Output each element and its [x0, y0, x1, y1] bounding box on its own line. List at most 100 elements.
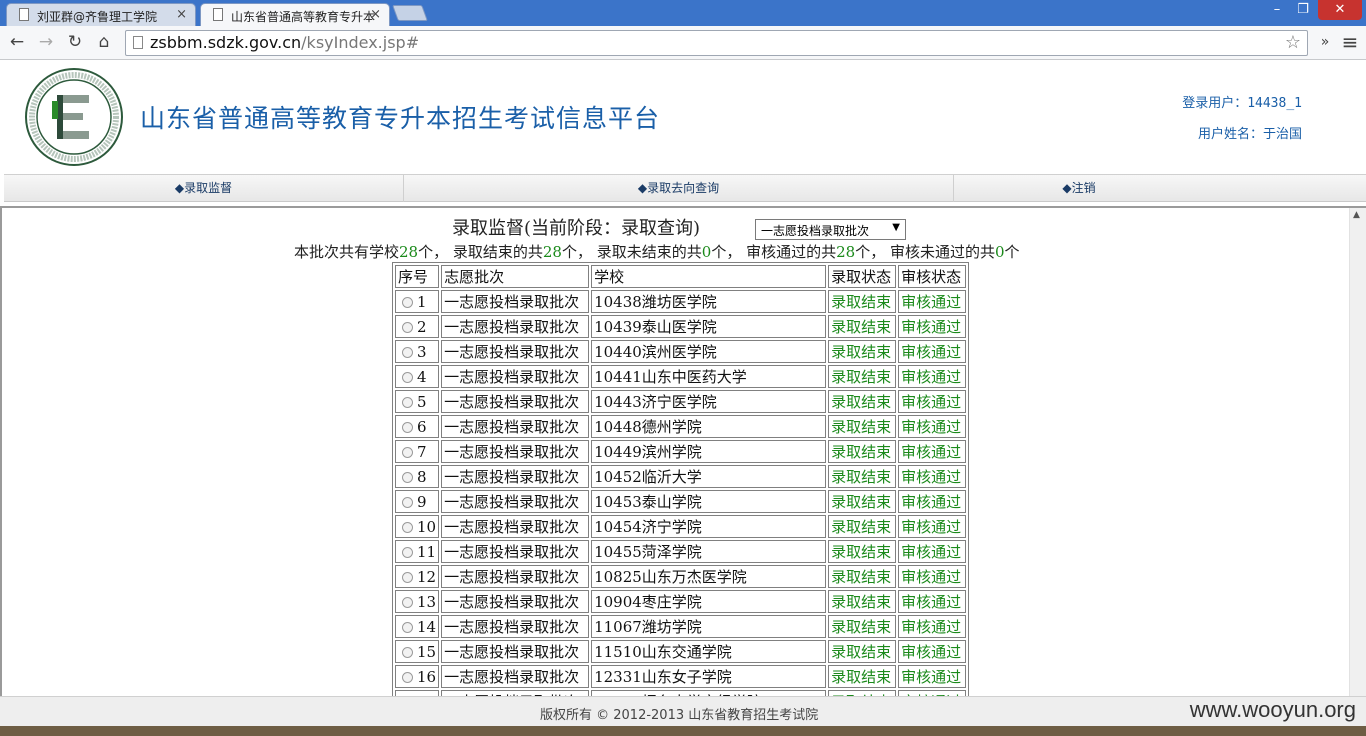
window-close-icon[interactable]: ✕: [1318, 0, 1362, 20]
row-seq-number: 1: [417, 292, 427, 311]
table-row[interactable]: 15 一志愿投档录取批次 11510山东交通学院 录取结束 审核通过: [395, 640, 967, 663]
nav-admission-supervision[interactable]: ◆录取监督: [4, 175, 404, 202]
summary-text: 个， 审核未通过的共: [855, 243, 995, 261]
table-row[interactable]: 8 一志愿投档录取批次 10452临沂大学 录取结束 审核通过: [395, 465, 967, 488]
row-seq: 6: [395, 415, 440, 438]
home-icon[interactable]: ⌂: [93, 32, 115, 52]
row-batch: 一志愿投档录取批次: [441, 490, 590, 513]
browser-tab-1[interactable]: 刘亚群@齐鲁理工学院 ×: [6, 3, 196, 26]
row-audit: 审核通过: [898, 590, 967, 613]
row-seq: 12: [395, 565, 440, 588]
row-radio[interactable]: [402, 296, 413, 308]
row-school: 10454济宁学院: [591, 515, 827, 538]
row-seq: 13: [395, 590, 440, 613]
table-row[interactable]: 12 一志愿投档录取批次 10825山东万杰医学院 录取结束 审核通过: [395, 565, 967, 588]
nav-logout[interactable]: ◆注销: [954, 175, 1204, 202]
row-seq-number: 13: [417, 592, 437, 611]
browser-tab-2[interactable]: 山东省普通高等教育专升本 ×: [200, 3, 390, 26]
content-scrollbar[interactable]: ▲: [1349, 208, 1366, 696]
row-radio[interactable]: [402, 496, 413, 508]
url-path: /ksyIndex.jsp#: [301, 33, 420, 52]
row-audit: 审核通过: [898, 615, 967, 638]
row-seq-number: 8: [417, 467, 427, 486]
row-status: 录取结束: [828, 390, 897, 413]
menu-icon[interactable]: ≡: [1339, 30, 1361, 54]
table-row[interactable]: 4 一志愿投档录取批次 10441山东中医药大学 录取结束 审核通过: [395, 365, 967, 388]
column-header-school: 学校: [591, 265, 827, 288]
row-radio[interactable]: [402, 571, 413, 583]
row-radio[interactable]: [402, 421, 413, 433]
dropdown-arrow-icon: ▼: [892, 222, 900, 233]
row-school: 12331山东女子学院: [591, 665, 827, 688]
row-radio[interactable]: [402, 371, 413, 383]
row-radio[interactable]: [402, 446, 413, 458]
table-row[interactable]: 13 一志愿投档录取批次 10904枣庄学院 录取结束 审核通过: [395, 590, 967, 613]
row-batch: 一志愿投档录取批次: [441, 540, 590, 563]
row-audit: 审核通过: [898, 565, 967, 588]
row-school: 10443济宁医学院: [591, 390, 827, 413]
table-row[interactable]: 2 一志愿投档录取批次 10439泰山医学院 录取结束 审核通过: [395, 315, 967, 338]
more-icon[interactable]: »: [1314, 34, 1336, 50]
table-row[interactable]: 6 一志愿投档录取批次 10448德州学院 录取结束 审核通过: [395, 415, 967, 438]
restore-icon[interactable]: ❐: [1290, 0, 1316, 20]
new-tab-button[interactable]: [392, 5, 428, 21]
row-seq-number: 12: [417, 567, 437, 586]
row-seq: 1: [395, 290, 440, 313]
table-row[interactable]: 16 一志愿投档录取批次 12331山东女子学院 录取结束 审核通过: [395, 665, 967, 688]
row-radio[interactable]: [402, 671, 413, 683]
row-radio[interactable]: [402, 621, 413, 633]
row-radio[interactable]: [402, 321, 413, 333]
row-seq: 2: [395, 315, 440, 338]
back-icon[interactable]: ←: [6, 32, 28, 52]
row-batch: 一志愿投档录取批次: [441, 290, 590, 313]
table-row[interactable]: 7 一志愿投档录取批次 10449滨州学院 录取结束 审核通过: [395, 440, 967, 463]
summary-text: 个， 录取未结束的共: [561, 243, 702, 261]
page-icon: [19, 8, 29, 21]
row-school: 10438潍坊医学院: [591, 290, 827, 313]
row-radio[interactable]: [402, 546, 413, 558]
row-seq: 15: [395, 640, 440, 663]
row-status: 录取结束: [828, 365, 897, 388]
table-row[interactable]: 9 一志愿投档录取批次 10453泰山学院 录取结束 审核通过: [395, 490, 967, 513]
row-radio[interactable]: [402, 596, 413, 608]
close-icon[interactable]: ×: [176, 7, 187, 22]
row-batch: 一志愿投档录取批次: [441, 640, 590, 663]
row-radio[interactable]: [402, 346, 413, 358]
minimize-icon[interactable]: –: [1264, 0, 1290, 20]
bookmark-star-icon[interactable]: ☆: [1285, 32, 1301, 53]
reload-icon[interactable]: ↻: [64, 32, 86, 52]
table-row[interactable]: 11 一志愿投档录取批次 10455菏泽学院 录取结束 审核通过: [395, 540, 967, 563]
row-radio[interactable]: [402, 471, 413, 483]
user-name: 用户姓名：于治国: [1197, 127, 1302, 142]
row-status: 录取结束: [828, 590, 897, 613]
close-icon[interactable]: ×: [370, 7, 381, 22]
site-logo: [25, 68, 123, 166]
row-status: 录取结束: [828, 540, 897, 563]
nav-admission-destination[interactable]: ◆录取去向查询: [404, 175, 954, 202]
table-row[interactable]: 5 一志愿投档录取批次 10443济宁医学院 录取结束 审核通过: [395, 390, 967, 413]
row-batch: 一志愿投档录取批次: [441, 315, 590, 338]
table-row[interactable]: 10 一志愿投档录取批次 10454济宁学院 录取结束 审核通过: [395, 515, 967, 538]
row-radio[interactable]: [402, 396, 413, 408]
batch-select[interactable]: 一志愿投档录取批次 ▼: [755, 219, 906, 240]
summary-total: 28: [399, 243, 419, 261]
row-radio[interactable]: [402, 646, 413, 658]
table-row[interactable]: 3 一志愿投档录取批次 10440滨州医学院 录取结束 审核通过: [395, 340, 967, 363]
row-batch: 一志愿投档录取批次: [441, 390, 590, 413]
row-audit: 审核通过: [898, 390, 967, 413]
row-seq-number: 7: [417, 442, 427, 461]
address-bar[interactable]: zsbbm.sdzk.gov.cn/ksyIndex.jsp# ☆: [125, 30, 1308, 56]
row-batch: 一志愿投档录取批次: [441, 590, 590, 613]
admission-table: 序号 志愿批次 学校 录取状态 审核状态 1 一志愿投档录取批次 10438潍坊医学…: [392, 262, 970, 696]
summary-approved: 28: [836, 243, 856, 261]
table-row[interactable]: 14 一志愿投档录取批次 11067潍坊学院 录取结束 审核通过: [395, 615, 967, 638]
row-seq: 8: [395, 465, 440, 488]
table-row[interactable]: 1 一志愿投档录取批次 10438潍坊医学院 录取结束 审核通过: [395, 290, 967, 313]
row-status: 录取结束: [828, 340, 897, 363]
scroll-up-icon[interactable]: ▲: [1353, 210, 1360, 220]
forward-icon[interactable]: →: [35, 32, 57, 52]
row-seq: 14: [395, 615, 440, 638]
browser-toolbar: ← → ↻ ⌂ zsbbm.sdzk.gov.cn/ksyIndex.jsp# …: [0, 26, 1366, 60]
row-radio[interactable]: [402, 521, 413, 533]
copyright: 版权所有 © 2012-2013 山东省教育招生考试院: [540, 708, 819, 723]
